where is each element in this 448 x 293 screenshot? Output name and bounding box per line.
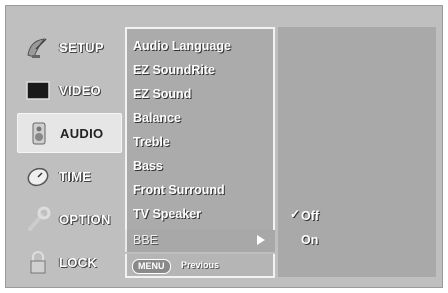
menu-item-front-surround[interactable]: Front Surround — [133, 183, 225, 197]
checkmark-icon: ✓ — [290, 207, 301, 221]
sidebar-item-label: LOCK — [59, 254, 98, 270]
menu-item-balance[interactable]: Balance — [133, 111, 181, 125]
bbe-label: BBE — [133, 233, 159, 247]
sidebar-item-audio[interactable]: AUDIO — [17, 113, 122, 153]
menu-button[interactable]: MENU — [132, 259, 171, 274]
sidebar-item-label: AUDIO — [60, 125, 104, 141]
clock-icon — [23, 161, 53, 191]
menu-item-bbe[interactable]: BBE — [125, 230, 275, 252]
sidebar-item-label: VIDEO — [59, 82, 101, 98]
sidebar-item-label: OPTION — [59, 211, 111, 227]
tv-screen-icon — [23, 75, 53, 105]
option-on[interactable]: On — [301, 233, 318, 247]
sidebar-item-label: SETUP — [59, 39, 104, 55]
satellite-dish-icon — [23, 32, 53, 62]
menu-item-ez-sound[interactable]: EZ Sound — [133, 87, 191, 101]
sidebar-item-time[interactable]: TIME — [17, 156, 122, 196]
main-menu-sidebar: SETUP VIDEO AUDIO TIME OPTION LOCK — [17, 27, 122, 277]
sidebar-item-option[interactable]: OPTION — [17, 199, 122, 239]
previous-label: Previous — [181, 260, 220, 270]
audio-submenu: Audio Language EZ SoundRite EZ Sound Bal… — [125, 27, 275, 232]
menu-item-treble[interactable]: Treble — [133, 135, 170, 149]
speaker-icon — [24, 118, 54, 148]
menu-item-audio-language[interactable]: Audio Language — [133, 39, 231, 53]
option-off[interactable]: Off — [301, 209, 319, 223]
sidebar-item-lock[interactable]: LOCK — [17, 242, 122, 282]
menu-item-bass[interactable]: Bass — [133, 159, 163, 173]
menu-footer: MENU Previous — [125, 254, 275, 278]
menu-item-ez-soundrite[interactable]: EZ SoundRite — [133, 63, 215, 77]
padlock-icon — [23, 247, 53, 277]
right-arrow-icon — [257, 235, 265, 245]
menu-item-tv-speaker[interactable]: TV Speaker — [133, 207, 201, 221]
sidebar-item-setup[interactable]: SETUP — [17, 27, 122, 67]
sidebar-item-video[interactable]: VIDEO — [17, 70, 122, 110]
wrench-icon — [23, 204, 53, 234]
sidebar-item-label: TIME — [59, 168, 92, 184]
